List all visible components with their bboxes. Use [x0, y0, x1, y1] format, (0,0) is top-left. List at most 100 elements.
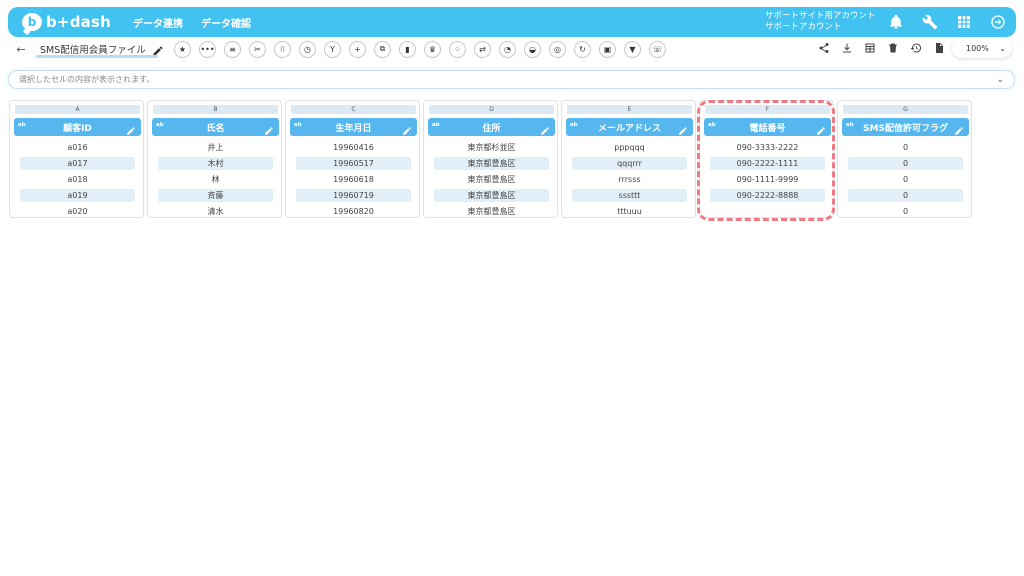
table-cell[interactable]: 19960820 [296, 205, 411, 218]
scissors-icon[interactable]: ✂ [249, 40, 266, 58]
table-cell[interactable]: 東京都豊島区 [434, 189, 549, 202]
column-letter[interactable]: E [567, 105, 692, 114]
table-cell[interactable]: 東京都豊島区 [434, 173, 549, 186]
copy-icon[interactable]: ⧉ [374, 40, 391, 58]
column-c[interactable]: Cab 生年月日 19960416 19960517 19960618 19960719 1… [285, 100, 420, 218]
table-cell[interactable]: a017 [20, 157, 135, 170]
table-cell[interactable]: 0 [848, 189, 963, 202]
table-cell[interactable]: pppqqq [572, 141, 687, 154]
column-letter[interactable]: C [291, 105, 416, 114]
wrench-icon[interactable] [920, 12, 940, 32]
table-cell[interactable]: 井上 [158, 141, 273, 154]
edit-pencil-icon[interactable] [402, 121, 413, 135]
swap-icon[interactable]: ⇄ [474, 40, 491, 58]
table-cell[interactable]: 19960618 [296, 173, 411, 186]
nav-data-integration[interactable]: データ連携 [133, 15, 183, 30]
table-cell[interactable]: a016 [20, 141, 135, 154]
nav-data-check[interactable]: データ確認 [201, 15, 251, 30]
column-header[interactable]: ab 住所 [428, 118, 555, 136]
download-icon[interactable] [840, 41, 854, 55]
column-header[interactable]: ab SMS配信許可フラグ [842, 118, 969, 136]
export-icon[interactable] [932, 41, 946, 55]
grid-icon[interactable] [954, 12, 974, 32]
file-name[interactable]: SMS配信用会員ファイル [40, 42, 148, 56]
expand-chevron-icon[interactable]: ⌄ [996, 75, 1004, 85]
table-cell[interactable]: 0 [848, 173, 963, 186]
column-name: 氏名 [206, 123, 225, 134]
table-cell[interactable]: 東京都豊島区 [434, 205, 549, 218]
list-icon[interactable]: ≡ [224, 40, 241, 58]
history-icon[interactable] [909, 41, 923, 55]
star-icon[interactable]: ★ [174, 40, 191, 58]
column-type-badge: ab [156, 122, 164, 128]
table-cell[interactable]: a020 [20, 205, 135, 218]
column-name: 住所 [482, 123, 501, 134]
share-icon[interactable] [817, 41, 831, 55]
table-cell[interactable]: 東京都杉並区 [434, 141, 549, 154]
table-cell[interactable]: tttuuu [572, 205, 687, 218]
table-cell[interactable]: 19960719 [296, 189, 411, 202]
pie-icon[interactable]: ◔ [499, 40, 516, 58]
phone-icon[interactable]: ☏ [649, 40, 666, 58]
table-cell[interactable]: a019 [20, 189, 135, 202]
column-e[interactable]: Eab メールアドレス pppqqq qqqrrr rrrsss sssttt tttuuu [561, 100, 696, 218]
refresh-icon[interactable]: ↻ [574, 40, 591, 58]
table-cell[interactable]: rrrsss [572, 173, 687, 186]
bag-icon[interactable]: ◒ [524, 40, 541, 58]
column-header[interactable]: ab メールアドレス [566, 118, 693, 136]
timer-icon[interactable]: ◷ [299, 40, 316, 58]
column-letter[interactable]: A [15, 105, 140, 114]
table-icon[interactable] [863, 41, 877, 55]
rename-pencil-icon[interactable] [152, 42, 166, 56]
dots-icon[interactable]: ⁘ [449, 40, 466, 58]
table-cell[interactable]: 0 [848, 141, 963, 154]
target-icon[interactable]: ◎ [549, 40, 566, 58]
delete-icon[interactable] [886, 41, 900, 55]
merge-icon[interactable]: Y [324, 40, 341, 58]
table-cell[interactable]: qqqrrr [572, 157, 687, 170]
split-icon[interactable]: ⁝⁝ [274, 40, 291, 58]
column-letter[interactable]: D [429, 105, 554, 114]
column-type-badge: ab [294, 122, 302, 128]
crown-icon[interactable]: ♛ [424, 40, 441, 58]
account-info[interactable]: サポートサイト用アカウント サポートアカウント [765, 11, 876, 33]
column-header[interactable]: ab 氏名 [152, 118, 279, 136]
more-icon[interactable]: ••• [199, 40, 216, 58]
logo[interactable]: b b+dash [22, 13, 111, 31]
column-header[interactable]: ab 生年月日 [290, 118, 417, 136]
edit-pencil-icon[interactable] [264, 121, 275, 135]
edit-pencil-icon[interactable] [126, 121, 137, 135]
column-letter[interactable]: B [153, 105, 278, 114]
account-line-1: サポートサイト用アカウント [765, 11, 876, 21]
table-cell[interactable]: 0 [848, 205, 963, 218]
table-cell[interactable]: 木村 [158, 157, 273, 170]
column-g[interactable]: Gab SMS配信許可フラグ 0 0 0 0 0 [837, 100, 972, 218]
table-cell[interactable]: 0 [848, 157, 963, 170]
zoom-select[interactable]: 100% ⌄ [952, 38, 1012, 58]
table-cell[interactable]: 林 [158, 173, 273, 186]
table-cell[interactable]: 19960416 [296, 141, 411, 154]
table-cell[interactable]: 斉藤 [158, 189, 273, 202]
back-button[interactable]: ← [12, 43, 30, 56]
trash-icon[interactable]: ▮ [399, 40, 416, 58]
cell-content-bar[interactable]: 選択したセルの内容が表示されます。 ⌄ [8, 70, 1015, 89]
table-cell[interactable]: 東京都豊島区 [434, 157, 549, 170]
logout-icon[interactable] [988, 12, 1008, 32]
column-d[interactable]: Dab 住所東京都杉並区 東京都豊島区 東京都豊島区 東京都豊島区 東京都豊島区 [423, 100, 558, 218]
plus-icon[interactable]: + [349, 40, 366, 58]
table-cell[interactable]: 清水 [158, 205, 273, 218]
edit-pencil-icon[interactable] [954, 121, 965, 135]
column-letter[interactable]: G [843, 105, 968, 114]
bell-icon[interactable] [886, 12, 906, 32]
edit-pencil-icon[interactable] [678, 121, 689, 135]
edit-pencil-icon[interactable] [540, 121, 551, 135]
column-b[interactable]: Bab 氏名井上木村林斉藤清水 [147, 100, 282, 218]
box-icon[interactable]: ▣ [599, 40, 616, 58]
table-cell[interactable]: 19960517 [296, 157, 411, 170]
column-a[interactable]: Aab 顧客ID a016 a017 a018 a019 a020 [9, 100, 144, 218]
table-cell[interactable]: a018 [20, 173, 135, 186]
filter-icon[interactable]: ▼ [624, 40, 641, 58]
column-type-badge: ab [846, 122, 854, 128]
table-cell[interactable]: sssttt [572, 189, 687, 202]
column-header[interactable]: ab 顧客ID [14, 118, 141, 136]
